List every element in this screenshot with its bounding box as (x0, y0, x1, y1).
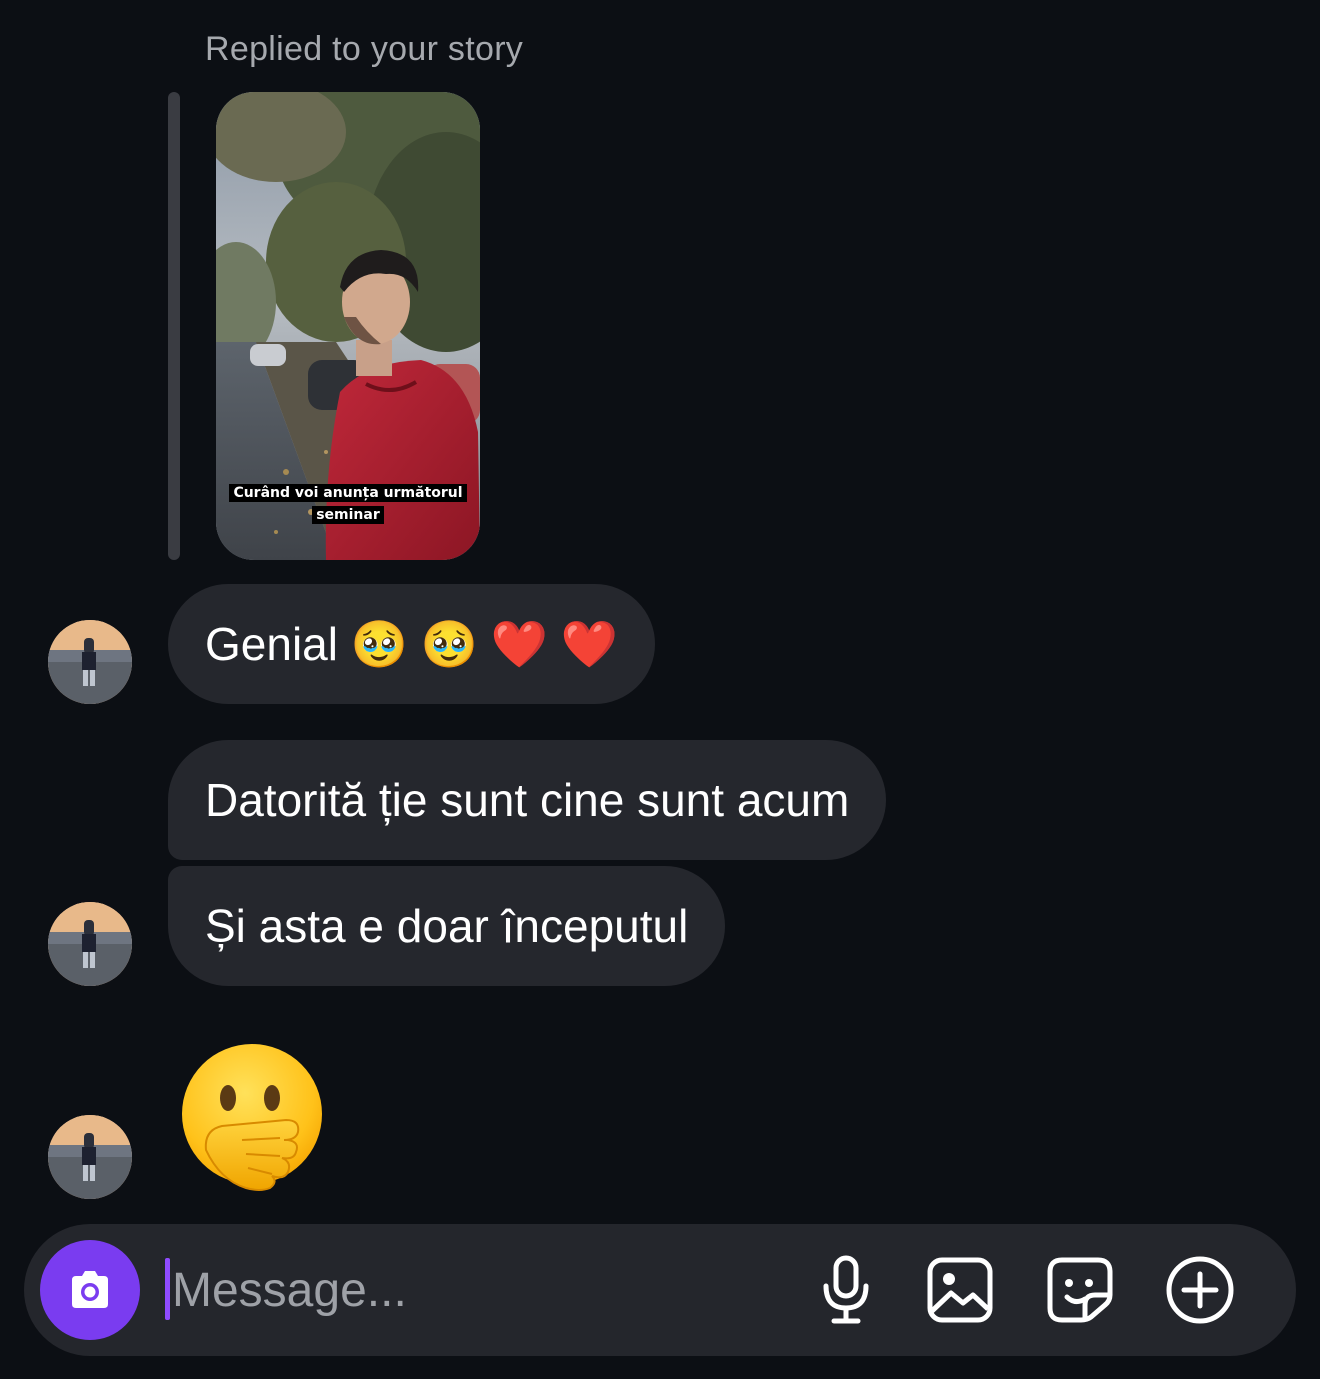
replied-to-story-label: Replied to your story (205, 30, 524, 68)
camera-button[interactable] (40, 1240, 140, 1340)
message-input[interactable] (172, 1248, 792, 1332)
sender-avatar[interactable] (48, 620, 132, 704)
message-composer (24, 1224, 1296, 1356)
sender-avatar[interactable] (48, 1115, 132, 1199)
sticker-icon (1047, 1257, 1113, 1323)
avatar-photo (48, 1115, 132, 1199)
camera-icon (72, 1271, 108, 1308)
avatar-photo (48, 620, 132, 704)
gallery-button[interactable] (920, 1250, 1000, 1330)
story-caption-text: Curând voi anunța următorul seminar (229, 484, 467, 524)
story-thumbnail[interactable]: Curând voi anunța următorul seminar (216, 92, 480, 560)
message-bubble-datorita[interactable]: Datorită ție sunt cine sunt acum (168, 740, 887, 860)
sticker-button[interactable] (1040, 1250, 1120, 1330)
story-caption: Curând voi anunța următorul seminar (216, 482, 480, 526)
message-bubble-inceputul[interactable]: Și asta e doar începutul (168, 866, 726, 986)
hand-over-mouth-emoji-icon[interactable] (176, 1040, 328, 1192)
sender-avatar[interactable] (48, 902, 132, 986)
microphone-icon (823, 1255, 869, 1324)
add-button[interactable] (1160, 1250, 1240, 1330)
reply-indicator-bar (168, 92, 180, 560)
microphone-button[interactable] (806, 1250, 886, 1330)
message-bubble-genial[interactable]: Genial 🥹 🥹 ❤️ ❤️ (168, 584, 656, 704)
add-circle-icon (1166, 1256, 1234, 1324)
gallery-icon (927, 1257, 993, 1323)
text-caret (165, 1258, 170, 1320)
avatar-photo (48, 902, 132, 986)
